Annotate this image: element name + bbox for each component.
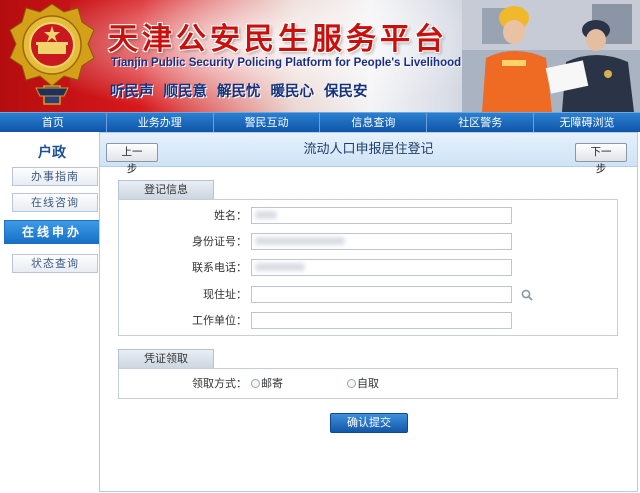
- registration-section: 姓名： 身份证号： 联系电话： 现住址： 工作单位：: [118, 199, 618, 336]
- workplace-label: 工作单位：: [192, 314, 247, 327]
- pickup-option-self-label: 自取: [357, 377, 379, 390]
- police-emblem-icon: [9, 3, 95, 105]
- sidebar-item-guide[interactable]: 办事指南: [12, 167, 98, 186]
- pickup-section-tab: 凭证领取: [118, 349, 214, 368]
- id-number-label: 身份证号：: [192, 235, 247, 248]
- nav-item-community[interactable]: 社区警务: [427, 113, 535, 132]
- slogan: 暖民心: [270, 84, 315, 100]
- slogan: 保民安: [324, 84, 368, 100]
- phone-field[interactable]: [251, 259, 512, 276]
- pickup-option-mail-label: 邮寄: [261, 377, 283, 390]
- phone-label: 联系电话：: [192, 261, 247, 274]
- address-field[interactable]: [251, 286, 512, 303]
- radio-icon: [347, 379, 356, 388]
- slogan: 听民声: [110, 84, 154, 100]
- sidebar-item-status-query[interactable]: 状态查询: [12, 254, 98, 273]
- sidebar-item-consult[interactable]: 在线咨询: [12, 193, 98, 212]
- registration-section-tab: 登记信息: [118, 180, 214, 199]
- next-step-button[interactable]: 下一步: [575, 143, 627, 175]
- main-panel: 流动人口申报居住登记 上一步 下一步 登记信息 姓名： 身份证号： 联系电话： …: [99, 132, 638, 492]
- pickup-section: 领取方式： 邮寄 自取: [118, 368, 618, 399]
- slogan: 顺民意: [163, 84, 208, 100]
- banner-photo: [462, 0, 640, 112]
- panel-header: 流动人口申报居住登记 上一步 下一步: [100, 133, 637, 175]
- workplace-field[interactable]: [251, 312, 512, 329]
- sidebar: 户政 办事指南 在线咨询 在线申办 状态查询: [0, 132, 104, 493]
- pickup-method-label: 领取方式：: [192, 377, 247, 390]
- name-field[interactable]: [251, 207, 512, 224]
- site-title-cn: 天津公安民生服务平台: [108, 22, 448, 57]
- nav-item-business[interactable]: 业务办理: [107, 113, 214, 132]
- nav-item-home[interactable]: 首页: [0, 113, 107, 132]
- address-label: 现住址：: [203, 288, 247, 301]
- pickup-option-self[interactable]: 自取: [347, 377, 379, 391]
- search-icon[interactable]: [520, 288, 534, 302]
- page-title: 流动人口申报居住登记: [303, 142, 434, 157]
- submit-button[interactable]: 确认提交: [330, 413, 408, 433]
- sidebar-item-apply-online[interactable]: 在线申办: [4, 220, 100, 244]
- nav-item-accessibility[interactable]: 无障碍浏览: [534, 113, 640, 132]
- main-nav: 首页 业务办理 警民互动 信息查询 社区警务 无障碍浏览: [0, 112, 640, 132]
- pickup-option-mail[interactable]: 邮寄: [251, 377, 283, 391]
- slogan: 解民忧: [217, 84, 261, 100]
- id-number-field[interactable]: [251, 233, 512, 250]
- prev-step-button[interactable]: 上一步: [106, 143, 158, 175]
- name-label: 姓名：: [214, 209, 247, 222]
- nav-item-info-query[interactable]: 信息查询: [320, 113, 428, 132]
- radio-icon: [251, 379, 260, 388]
- nav-item-interaction[interactable]: 警民互动: [214, 113, 321, 132]
- sidebar-title: 户政: [38, 145, 66, 161]
- site-title-en: Tianjin Public Security Policing Platfor…: [111, 57, 462, 69]
- site-banner: 天津公安民生服务平台 Tianjin Public Security Polic…: [0, 0, 640, 112]
- slogan-bar: 听民声 顺民意 解民忧 暖民心 保民安: [110, 80, 378, 101]
